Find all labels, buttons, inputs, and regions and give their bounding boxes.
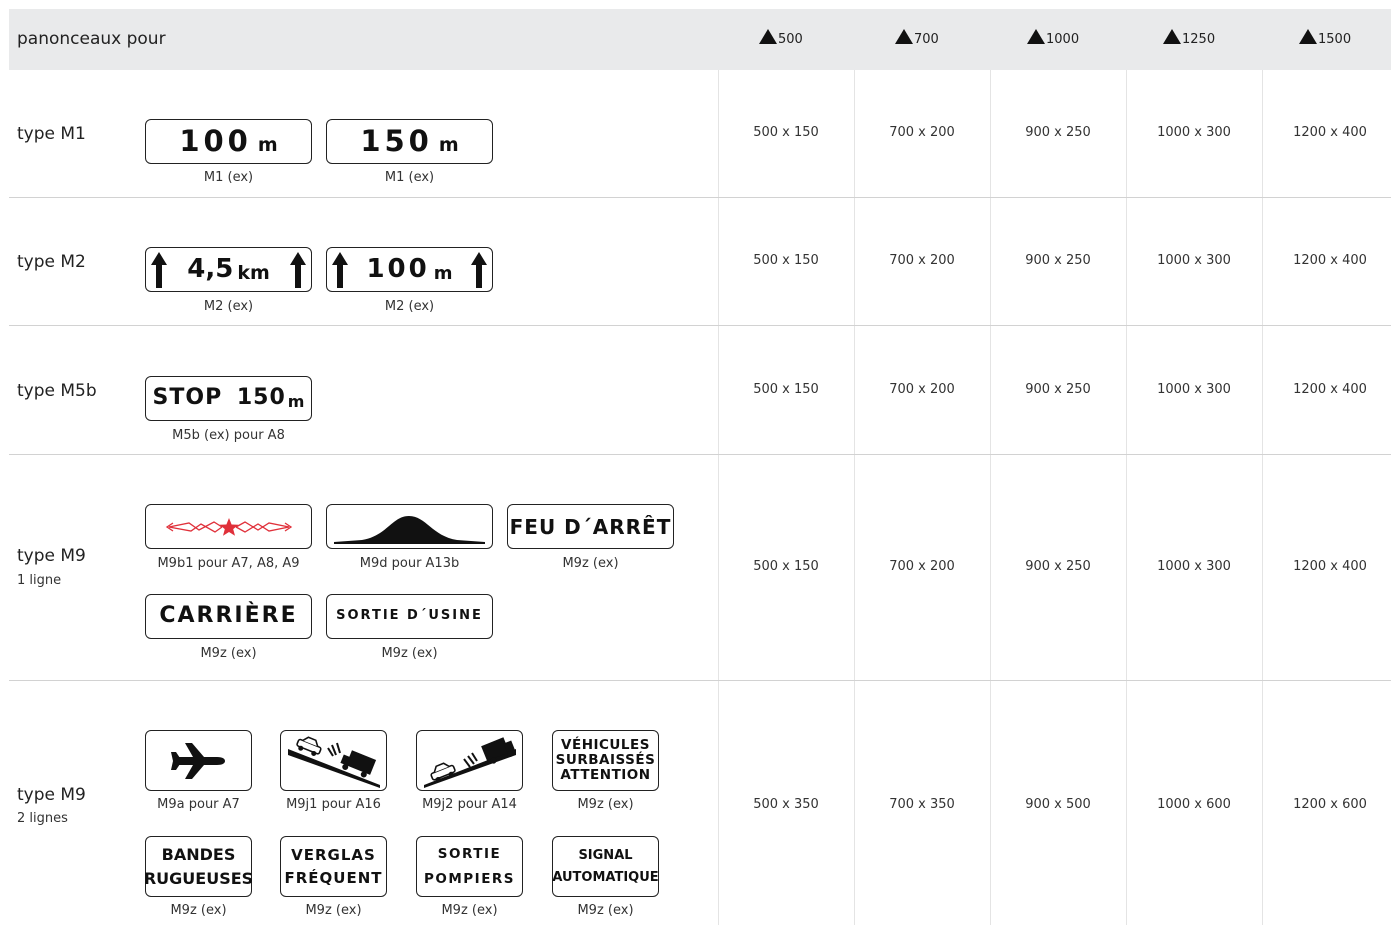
sign-caption: M1 (ex) xyxy=(203,170,254,185)
airplane-icon xyxy=(170,742,225,779)
row-sublabel: 1 ligne xyxy=(17,573,62,588)
speed-bump-icon xyxy=(334,516,485,544)
row-label: type M5b xyxy=(17,381,97,401)
sign-m9b1-electric xyxy=(145,504,312,549)
size-cell: 500 x 150 xyxy=(753,382,819,397)
sign-m9z-vehicules-surbaisses: VÉHICULES SURBAISSÉS ATTENTION xyxy=(552,730,659,791)
size-cell: 700 x 350 xyxy=(889,797,955,812)
sign-caption: M9z (ex) xyxy=(562,556,619,571)
size-cell: 900 x 250 xyxy=(1025,382,1091,397)
arrow-up-icon xyxy=(290,251,306,288)
row-divider xyxy=(9,325,1391,326)
sign-caption: M9z (ex) xyxy=(577,903,634,918)
column-header-700: 700 xyxy=(895,29,939,47)
arrow-up-icon xyxy=(332,251,348,288)
row-label: type M2 xyxy=(17,252,86,272)
sign-caption: M9b1 pour A7, A8, A9 xyxy=(157,556,300,571)
sign-m9a-airplane xyxy=(145,730,252,791)
sign-m9d-speed-bump xyxy=(326,504,493,549)
car-truck-downhill-icon xyxy=(287,736,380,788)
triangle-icon xyxy=(1027,29,1045,44)
size-cell: 1000 x 300 xyxy=(1157,125,1231,140)
arrow-up-icon xyxy=(470,251,487,288)
sign-caption: M2 (ex) xyxy=(203,299,254,314)
size-cell: 1200 x 400 xyxy=(1293,559,1367,574)
sign-m1-100m: 100 m xyxy=(145,119,312,164)
row-label: type M1 xyxy=(17,124,86,144)
column-header-500: 500 xyxy=(759,29,803,47)
triangle-icon xyxy=(895,29,913,44)
sign-caption: M9j1 pour A16 xyxy=(286,797,381,812)
header-title: panonceaux pour xyxy=(17,29,166,49)
sign-caption: M9d pour A13b xyxy=(359,556,460,571)
size-cell: 700 x 200 xyxy=(889,125,955,140)
size-cell: 500 x 350 xyxy=(753,797,819,812)
size-cell: 700 x 200 xyxy=(889,559,955,574)
row-label: type M9 xyxy=(17,785,86,805)
sign-m9z-sortie-pompiers: SORTIE POMPIERS xyxy=(416,836,523,897)
size-cell: 700 x 200 xyxy=(889,382,955,397)
triangle-icon xyxy=(1299,29,1317,44)
sign-caption: M9a pour A7 xyxy=(157,797,240,812)
car-truck-uphill-icon xyxy=(423,737,516,788)
sign-caption: M9z (ex) xyxy=(381,646,438,661)
sign-m9z-bandes-rugueuses: BANDES RUGUEUSES xyxy=(144,836,253,897)
row-divider xyxy=(9,454,1391,455)
sign-m1-150m: 150 m xyxy=(326,119,493,164)
sign-m9z-sortie-usine: SORTIE D´USINE xyxy=(326,594,493,639)
sign-caption: M9z (ex) xyxy=(170,903,227,918)
size-cell: 900 x 250 xyxy=(1025,253,1091,268)
sign-caption: M9j2 pour A14 xyxy=(422,797,517,812)
size-cell: 500 x 150 xyxy=(753,253,819,268)
size-cell: 900 x 500 xyxy=(1025,797,1091,812)
size-cell: 900 x 250 xyxy=(1025,559,1091,574)
sign-m9z-feu-arret: FEU D´ARRÊT xyxy=(507,504,674,549)
sign-caption: M9z (ex) xyxy=(305,903,362,918)
arrow-up-icon xyxy=(151,251,167,288)
size-cell: 1200 x 400 xyxy=(1293,253,1367,268)
sign-m2-100m: 100 m xyxy=(326,247,493,292)
row-divider xyxy=(9,197,1391,198)
sign-m9z-signal-automatique: SIGNAL AUTOMATIQUE xyxy=(552,836,659,897)
size-cell: 1200 x 400 xyxy=(1293,382,1367,397)
size-cell: 700 x 200 xyxy=(889,253,955,268)
size-cell: 900 x 250 xyxy=(1025,125,1091,140)
sign-caption: M9z (ex) xyxy=(441,903,498,918)
sign-m9j2-uphill xyxy=(416,730,523,791)
triangle-icon xyxy=(1163,29,1181,44)
sign-m9j1-downhill xyxy=(280,730,387,791)
row-divider xyxy=(9,680,1391,681)
triangle-icon xyxy=(759,29,777,44)
size-cell: 1000 x 300 xyxy=(1157,559,1231,574)
size-cell: 500 x 150 xyxy=(753,125,819,140)
size-cell: 1200 x 600 xyxy=(1293,797,1367,812)
column-header-1000: 1000 xyxy=(1027,29,1079,47)
sign-m9z-verglas-frequent: VERGLAS FRÉQUENT xyxy=(280,836,387,897)
column-header-1250: 1250 xyxy=(1163,29,1215,47)
size-cell: 1000 x 600 xyxy=(1157,797,1231,812)
size-cell: 500 x 150 xyxy=(753,559,819,574)
sign-caption: M9z (ex) xyxy=(200,646,257,661)
row-sublabel: 2 lignes xyxy=(17,811,68,826)
sign-caption: M2 (ex) xyxy=(384,299,435,314)
sign-m5b-stop-150m: STOP 150 m xyxy=(145,376,312,421)
sign-m9z-carriere: CARRIÈRE xyxy=(145,594,312,639)
size-cell: 1200 x 400 xyxy=(1293,125,1367,140)
column-header-1500: 1500 xyxy=(1299,29,1351,47)
sign-caption: M1 (ex) xyxy=(384,170,435,185)
sign-caption: M9z (ex) xyxy=(577,797,634,812)
electric-hazard-icon xyxy=(165,517,292,536)
sign-caption: M5b (ex) pour A8 xyxy=(172,428,285,443)
size-cell: 1000 x 300 xyxy=(1157,382,1231,397)
row-label: type M9 xyxy=(17,546,86,566)
size-cell: 1000 x 300 xyxy=(1157,253,1231,268)
sign-m2-4-5km: 4,5 km xyxy=(145,247,312,292)
